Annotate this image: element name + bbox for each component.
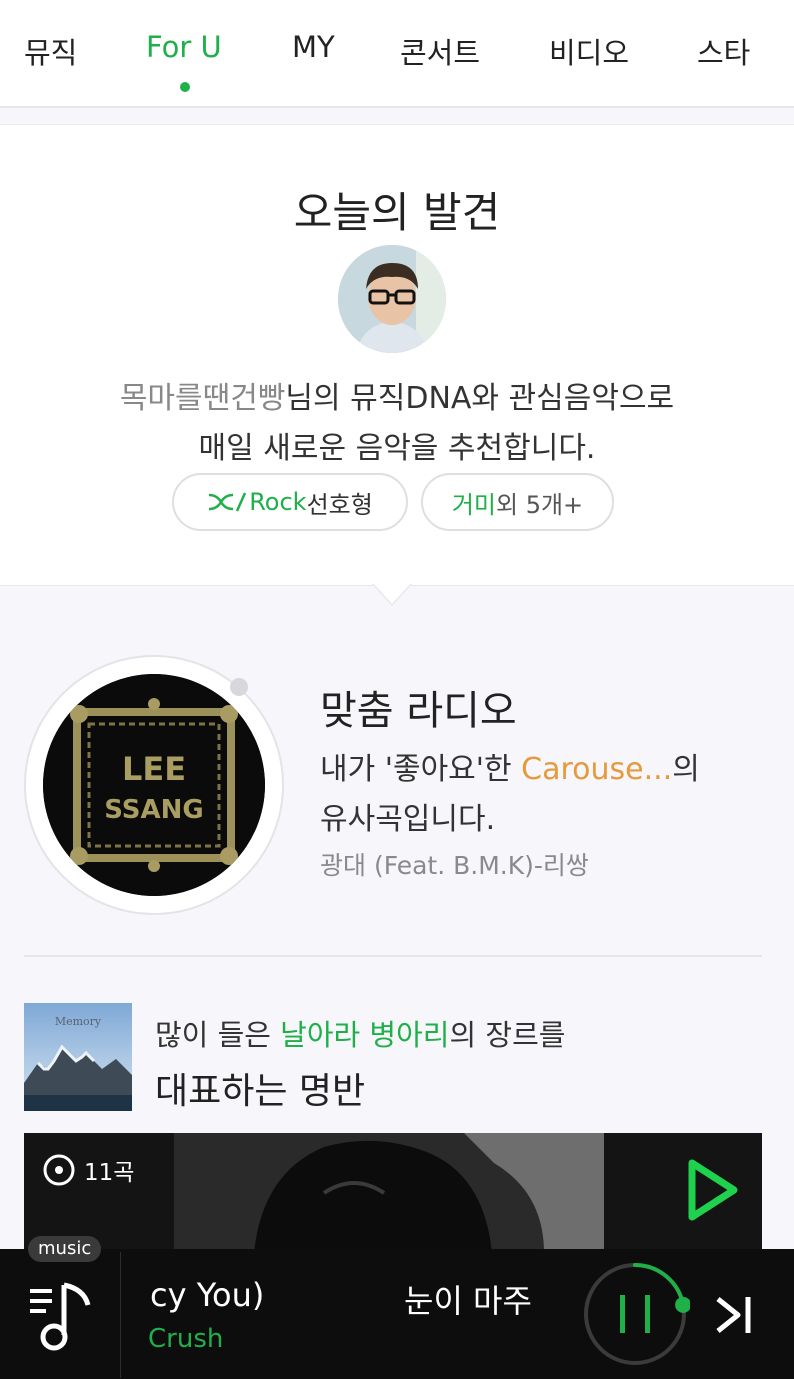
- album-line1-suffix: 의 장르를: [449, 1018, 566, 1052]
- genre-label: Rock: [249, 488, 307, 516]
- tab-star[interactable]: 스타: [697, 30, 750, 72]
- active-tab-indicator: [180, 82, 190, 92]
- artist-suffix: 외 5개+: [496, 490, 584, 519]
- genre-suffix: 선호형: [306, 490, 373, 519]
- album-thumbnail[interactable]: Memory: [24, 1003, 132, 1111]
- panel-pointer: [374, 584, 410, 604]
- daily-discovery-panel: 오늘의 발견 목마를땐건빵님의 뮤직DNA와 관심음악으로 매일 새로운 음악을…: [0, 124, 794, 586]
- playlist-music-icon[interactable]: [26, 1279, 96, 1351]
- tab-concert[interactable]: 콘서트: [400, 30, 480, 72]
- artist-label: 거미: [451, 490, 496, 519]
- radio-title[interactable]: 맞춤 라디오: [320, 678, 517, 736]
- current-track-artist[interactable]: Crush: [148, 1324, 223, 1354]
- next-track-title[interactable]: 눈이 마주: [404, 1276, 532, 1322]
- track-count: 11곡: [42, 1153, 134, 1187]
- liked-track-link[interactable]: Carouse...: [521, 752, 672, 787]
- music-badge: music: [28, 1236, 102, 1262]
- current-track-title[interactable]: cy You): [150, 1276, 264, 1314]
- play-icon[interactable]: [682, 1155, 742, 1225]
- player-divider: [120, 1252, 121, 1378]
- disc-icon: [43, 1154, 75, 1186]
- progress-arc: [633, 1263, 686, 1307]
- album-line-1: 많이 들은 날아라 병아리의 장르를: [155, 1012, 565, 1054]
- playback-progress-ring[interactable]: [580, 1259, 690, 1369]
- pause-icon-bar-left: [620, 1295, 625, 1333]
- user-nickname[interactable]: 목마를땐건빵: [120, 381, 286, 416]
- radio-cover-art[interactable]: LEE SSANG: [43, 674, 265, 896]
- discovery-title: 오늘의 발견: [293, 188, 501, 237]
- radio-desc-prefix: 내가 '좋아요'한: [320, 752, 522, 787]
- top-tab-bar: 뮤직 For U MY 콘서트 비디오 스타: [0, 0, 794, 108]
- radio-description-line-2: 유사곡입니다.: [320, 802, 496, 837]
- pause-icon-bar-right: [645, 1295, 650, 1333]
- radio-song-info: 광대 (Feat. B.M.K)-리쌍: [320, 851, 589, 880]
- favorite-artists-pill[interactable]: 거미 외 5개+: [421, 473, 614, 531]
- album-banner[interactable]: 11곡: [24, 1133, 762, 1253]
- cover-text-bottom: SSANG: [104, 795, 204, 825]
- discovery-line-1-text: 님의 뮤직DNA와 관심음악으로: [285, 381, 675, 416]
- dna-icon: [209, 492, 247, 512]
- track-count-label: 11곡: [84, 1160, 135, 1186]
- radio-ring-knob: [230, 678, 248, 696]
- discovery-line-1: 목마를땐건빵님의 뮤직DNA와 관심음악으로: [0, 373, 794, 417]
- radio-description-line-1: 내가 '좋아요'한 Carouse...의: [320, 744, 700, 788]
- tab-my[interactable]: MY: [292, 30, 335, 64]
- next-track-icon[interactable]: [712, 1293, 756, 1337]
- album-thumb-title: Memory: [55, 1015, 102, 1028]
- tab-music[interactable]: 뮤직: [24, 30, 77, 72]
- tab-for-u[interactable]: For U: [146, 30, 222, 64]
- album-line-2: 대표하는 명반: [155, 1071, 366, 1112]
- user-avatar[interactable]: [338, 245, 446, 353]
- tab-video[interactable]: 비디오: [549, 30, 629, 72]
- radio-desc-suffix: 의: [672, 752, 700, 787]
- frequent-track-link[interactable]: 날아라 병아리: [280, 1018, 449, 1052]
- section-divider: [24, 955, 762, 957]
- discovery-line-2: 매일 새로운 음악을 추천합니다.: [198, 431, 596, 466]
- album-line1-prefix: 많이 들은: [155, 1018, 281, 1052]
- genre-preference-pill[interactable]: Rock 선호형: [172, 473, 408, 531]
- progress-knob: [675, 1296, 690, 1313]
- cover-text-top: LEE: [122, 750, 186, 788]
